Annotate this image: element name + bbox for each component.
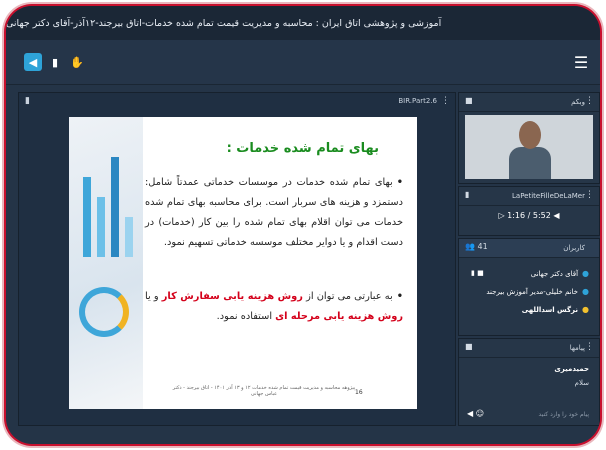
hand-icon[interactable]: ✋	[68, 53, 86, 71]
share-header: ▮ BIR.Part2.6 ⋮	[19, 93, 455, 111]
user-item[interactable]: ● خانم خلیلی-مدیر آموزش بیرجند	[486, 287, 589, 296]
slide-decoration-image	[69, 117, 143, 409]
slide-bullet-1: •بهای تمام شده خدمات در موسسات خدماتی عم…	[145, 177, 403, 248]
webcam-panel: ■ وبکم ⋮	[458, 92, 600, 184]
send-icon[interactable]: ◀ ☺	[467, 409, 484, 418]
media-header: ▮ LaPetiteFilleDeLaMer ⋮	[459, 187, 599, 206]
messages-menu-icon[interactable]: ⋮	[585, 342, 594, 352]
user-icon: ●	[582, 305, 589, 314]
user-mic-icon: ▮ ■	[471, 269, 484, 277]
volume-icon[interactable]: ◀	[553, 211, 559, 220]
app-window: آموزشی و پژوهشی اتاق ایران : محاسبه و مد…	[6, 6, 600, 444]
toolbar: ◀ ▮ ✋ ☰	[6, 40, 600, 85]
webcam-header: ■ وبکم ⋮	[459, 93, 599, 112]
message-sender: حمیدمیری	[554, 365, 589, 373]
user-icon: ●	[582, 287, 589, 296]
messages-panel: ■ پیامها ⋮ حمیدمیری سلام ◀ ☺ پیام خود را…	[458, 338, 600, 426]
message-input[interactable]: ◀ ☺ پیام خود را وارد کنید	[465, 409, 593, 421]
chat-icon: ■	[465, 342, 473, 351]
users-header: 👥 41 کاربران	[459, 239, 599, 258]
video-icon: ■	[465, 96, 473, 105]
user-item[interactable]: ● نرگس اسداللهی	[522, 305, 589, 314]
media-panel: ▮ LaPetiteFilleDeLaMer ⋮ ▷ 1:16 / 5:52 ◀	[458, 186, 600, 236]
user-item[interactable]: ● آقای دکتر جهانی	[531, 269, 589, 278]
media-time: 1:16 / 5:52	[507, 211, 551, 220]
share-title: BIR.Part2.6	[398, 97, 437, 105]
window-title: آموزشی و پژوهشی اتاق ایران : محاسبه و مد…	[6, 17, 442, 29]
message-text: سلام	[574, 379, 589, 387]
title-bar: آموزشی و پژوهشی اتاق ایران : محاسبه و مد…	[6, 6, 600, 40]
slide-bullet-2: •به عبارتی می توان از روش هزینه یابی سفا…	[145, 291, 404, 322]
file-icon: ▮	[465, 190, 470, 199]
camera-icon[interactable]: ▮	[46, 53, 64, 71]
user-icon: ●	[582, 269, 589, 278]
media-controls: ▷ 1:16 / 5:52 ◀	[459, 211, 599, 220]
share-menu-icon[interactable]: ⋮	[441, 96, 450, 106]
messages-header: ■ پیامها ⋮	[459, 339, 599, 358]
users-panel: 👥 41 کاربران ● آقای دکتر جهانی ▮ ■ ● خان…	[458, 238, 600, 336]
slide-page-number: 16	[355, 389, 363, 396]
presentation-slide: بهای تمام شده خدمات : •بهای تمام شده خدم…	[69, 117, 417, 409]
media-menu-icon[interactable]: ⋮	[585, 190, 594, 200]
webcam-menu-icon[interactable]: ⋮	[585, 96, 594, 106]
slide-footer: پیژوهه محاسبه و مدیریت قیمت تمام شده خدم…	[172, 385, 356, 397]
webcam-video	[465, 115, 593, 179]
speaker-icon[interactable]: ◀	[24, 53, 42, 71]
hamburger-icon[interactable]: ☰	[572, 53, 590, 72]
document-icon: ▮	[25, 96, 30, 106]
play-icon[interactable]: ▷	[498, 211, 504, 220]
slide-title: بهای تمام شده خدمات :	[226, 141, 379, 156]
users-icon: 👥 41	[465, 242, 488, 251]
screen-share-panel: ▮ BIR.Part2.6 ⋮ بهای تمام شده خدمات : •ب…	[18, 92, 456, 426]
